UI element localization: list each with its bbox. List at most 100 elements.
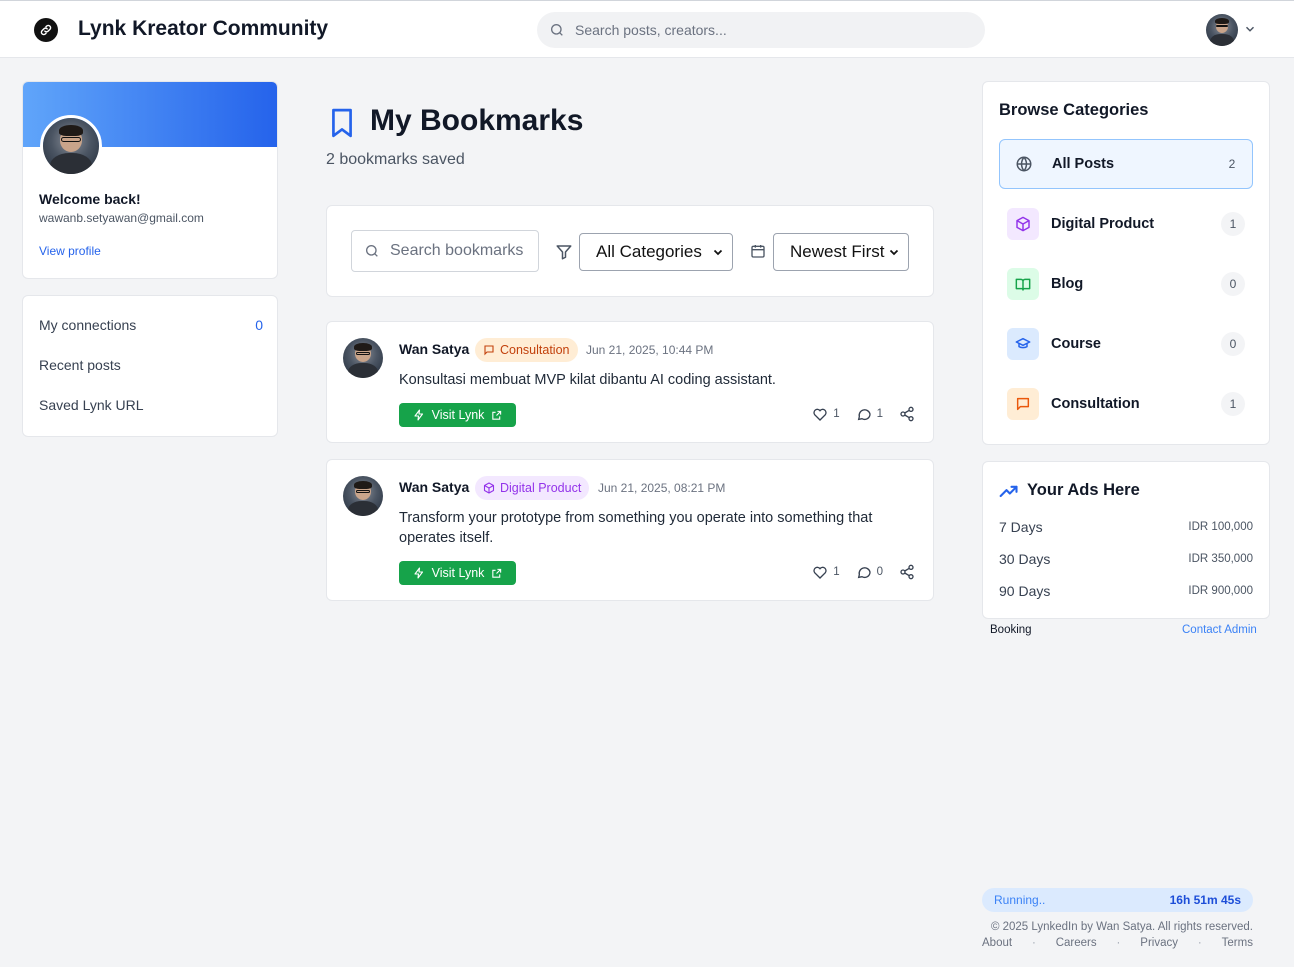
external-link-icon [492,410,502,420]
welcome-text: Welcome back! [39,191,141,207]
chevron-down-icon[interactable] [1243,22,1257,36]
brand-title[interactable]: Lynk Kreator Community [78,17,328,41]
ads-duration: 90 Days [999,583,1051,599]
link-logo-icon[interactable] [34,18,58,42]
sidebar-item-connections[interactable]: My connections 0 [39,317,263,333]
category-count: 0 [1221,332,1245,356]
post-text: Konsultasi membuat MVP kilat dibantu AI … [399,372,776,388]
bookmark-icon [332,108,352,138]
comment-icon [857,567,871,579]
ads-price-row: 7 Days IDR 100,000 [999,519,1253,535]
comment-count: 1 [876,408,883,420]
user-avatar[interactable] [1206,14,1238,46]
category-blog[interactable]: Blog 0 [999,259,1253,309]
connections-count: 0 [255,317,263,333]
like-count: 1 [833,408,840,420]
box-icon [483,482,495,494]
zap-icon [414,567,423,579]
share-icon [900,406,914,422]
sidebar-item-recent-posts[interactable]: Recent posts [39,357,263,373]
ads-title: Your Ads Here [1027,481,1140,499]
global-search-input[interactable] [575,22,955,38]
contact-admin-link[interactable]: Contact Admin [1182,624,1257,636]
post-date: Jun 21, 2025, 10:44 PM [586,343,714,357]
ads-price: IDR 100,000 [1188,521,1253,533]
top-navbar: Lynk Kreator Community [0,0,1294,58]
footer-links: About · Careers · Privacy · Terms [982,937,1253,949]
visit-lynk-button[interactable]: Visit Lynk [399,403,516,427]
running-status: Running.. [994,893,1046,907]
recent-posts-label: Recent posts [39,357,121,373]
category-count: 0 [1221,272,1245,296]
visit-lynk-button[interactable]: Visit Lynk [399,561,516,585]
category-select-value: All Categories [596,242,702,261]
like-button[interactable]: 1 [812,406,840,422]
footer-separator: · [1197,937,1202,949]
category-count: 2 [1228,157,1236,171]
bookmark-search-input[interactable] [390,242,530,260]
bookmark-post-card: Wan Satya Consultation Jun 21, 2025, 10:… [326,321,934,443]
copyright-text: © 2025 LynkedIn by Wan Satya. All rights… [990,921,1253,933]
book-icon [1007,268,1039,300]
post-text: Transform your prototype from something … [399,510,873,546]
category-name: Blog [1051,276,1084,292]
sidebar-item-saved-url[interactable]: Saved Lynk URL [39,397,263,413]
category-name: All Posts [1052,156,1115,172]
like-count: 1 [833,566,840,578]
box-icon [1007,208,1039,240]
comment-icon [857,409,871,421]
ads-price: IDR 350,000 [1188,553,1253,565]
filter-icon [556,245,572,260]
share-button[interactable] [899,406,915,422]
comment-button[interactable]: 0 [856,564,883,580]
booking-label: Booking [990,624,1032,636]
category-count: 1 [1221,392,1245,416]
ads-price: IDR 900,000 [1188,585,1253,597]
footer-privacy-link[interactable]: Privacy [1140,937,1178,949]
author-name[interactable]: Wan Satya [399,341,469,357]
profile-card: Welcome back! wawanb.setyawan@gmail.com … [22,81,278,279]
chevron-down-icon [889,249,899,256]
footer-careers-link[interactable]: Careers [1056,937,1097,949]
bookmarks-count-text: 2 bookmarks saved [326,151,465,168]
post-actions: 1 1 [796,406,915,422]
share-button[interactable] [899,564,915,580]
category-badge: Consultation [475,338,578,362]
post-actions: 1 0 [796,564,915,580]
category-name: Course [1051,336,1101,352]
chevron-down-icon [713,249,723,256]
category-all-posts[interactable]: All Posts 2 [999,139,1253,189]
category-digital-product[interactable]: Digital Product 1 [999,199,1253,249]
share-icon [900,564,914,580]
running-timer-pill: Running.. 16h 51m 45s [982,888,1253,912]
view-profile-link[interactable]: View profile [39,244,101,258]
comment-count: 0 [876,566,883,578]
search-icon [551,24,563,36]
category-consultation[interactable]: Consultation 1 [999,379,1253,429]
footer-separator: · [1116,937,1121,949]
bookmark-post-card: Wan Satya Digital Product Jun 21, 2025, … [326,459,934,601]
ads-price-row: 30 Days IDR 350,000 [999,551,1253,567]
footer-terms-link[interactable]: Terms [1222,937,1253,949]
visit-lynk-label: Visit Lynk [431,566,485,580]
ads-price-row: 90 Days IDR 900,000 [999,583,1253,599]
visit-lynk-label: Visit Lynk [431,408,485,422]
footer-about-link[interactable]: About [982,937,1012,949]
profile-avatar[interactable] [40,115,102,177]
connections-label: My connections [39,317,137,333]
author-avatar[interactable] [343,476,383,516]
like-button[interactable]: 1 [812,564,840,580]
categories-card: Browse Categories All Posts 2 Digital Pr… [982,81,1270,445]
author-name[interactable]: Wan Satya [399,479,469,495]
ads-duration: 30 Days [999,551,1051,567]
page-title: My Bookmarks [370,104,584,137]
trending-up-icon [999,485,1018,498]
bookmark-search-box[interactable] [351,230,539,272]
category-course[interactable]: Course 0 [999,319,1253,369]
category-select[interactable]: All Categories [579,233,733,271]
author-avatar[interactable] [343,338,383,378]
global-search-bar[interactable] [537,12,985,48]
sort-select[interactable]: Newest First [773,233,909,271]
comment-button[interactable]: 1 [856,406,883,422]
graduation-cap-icon [1007,328,1039,360]
